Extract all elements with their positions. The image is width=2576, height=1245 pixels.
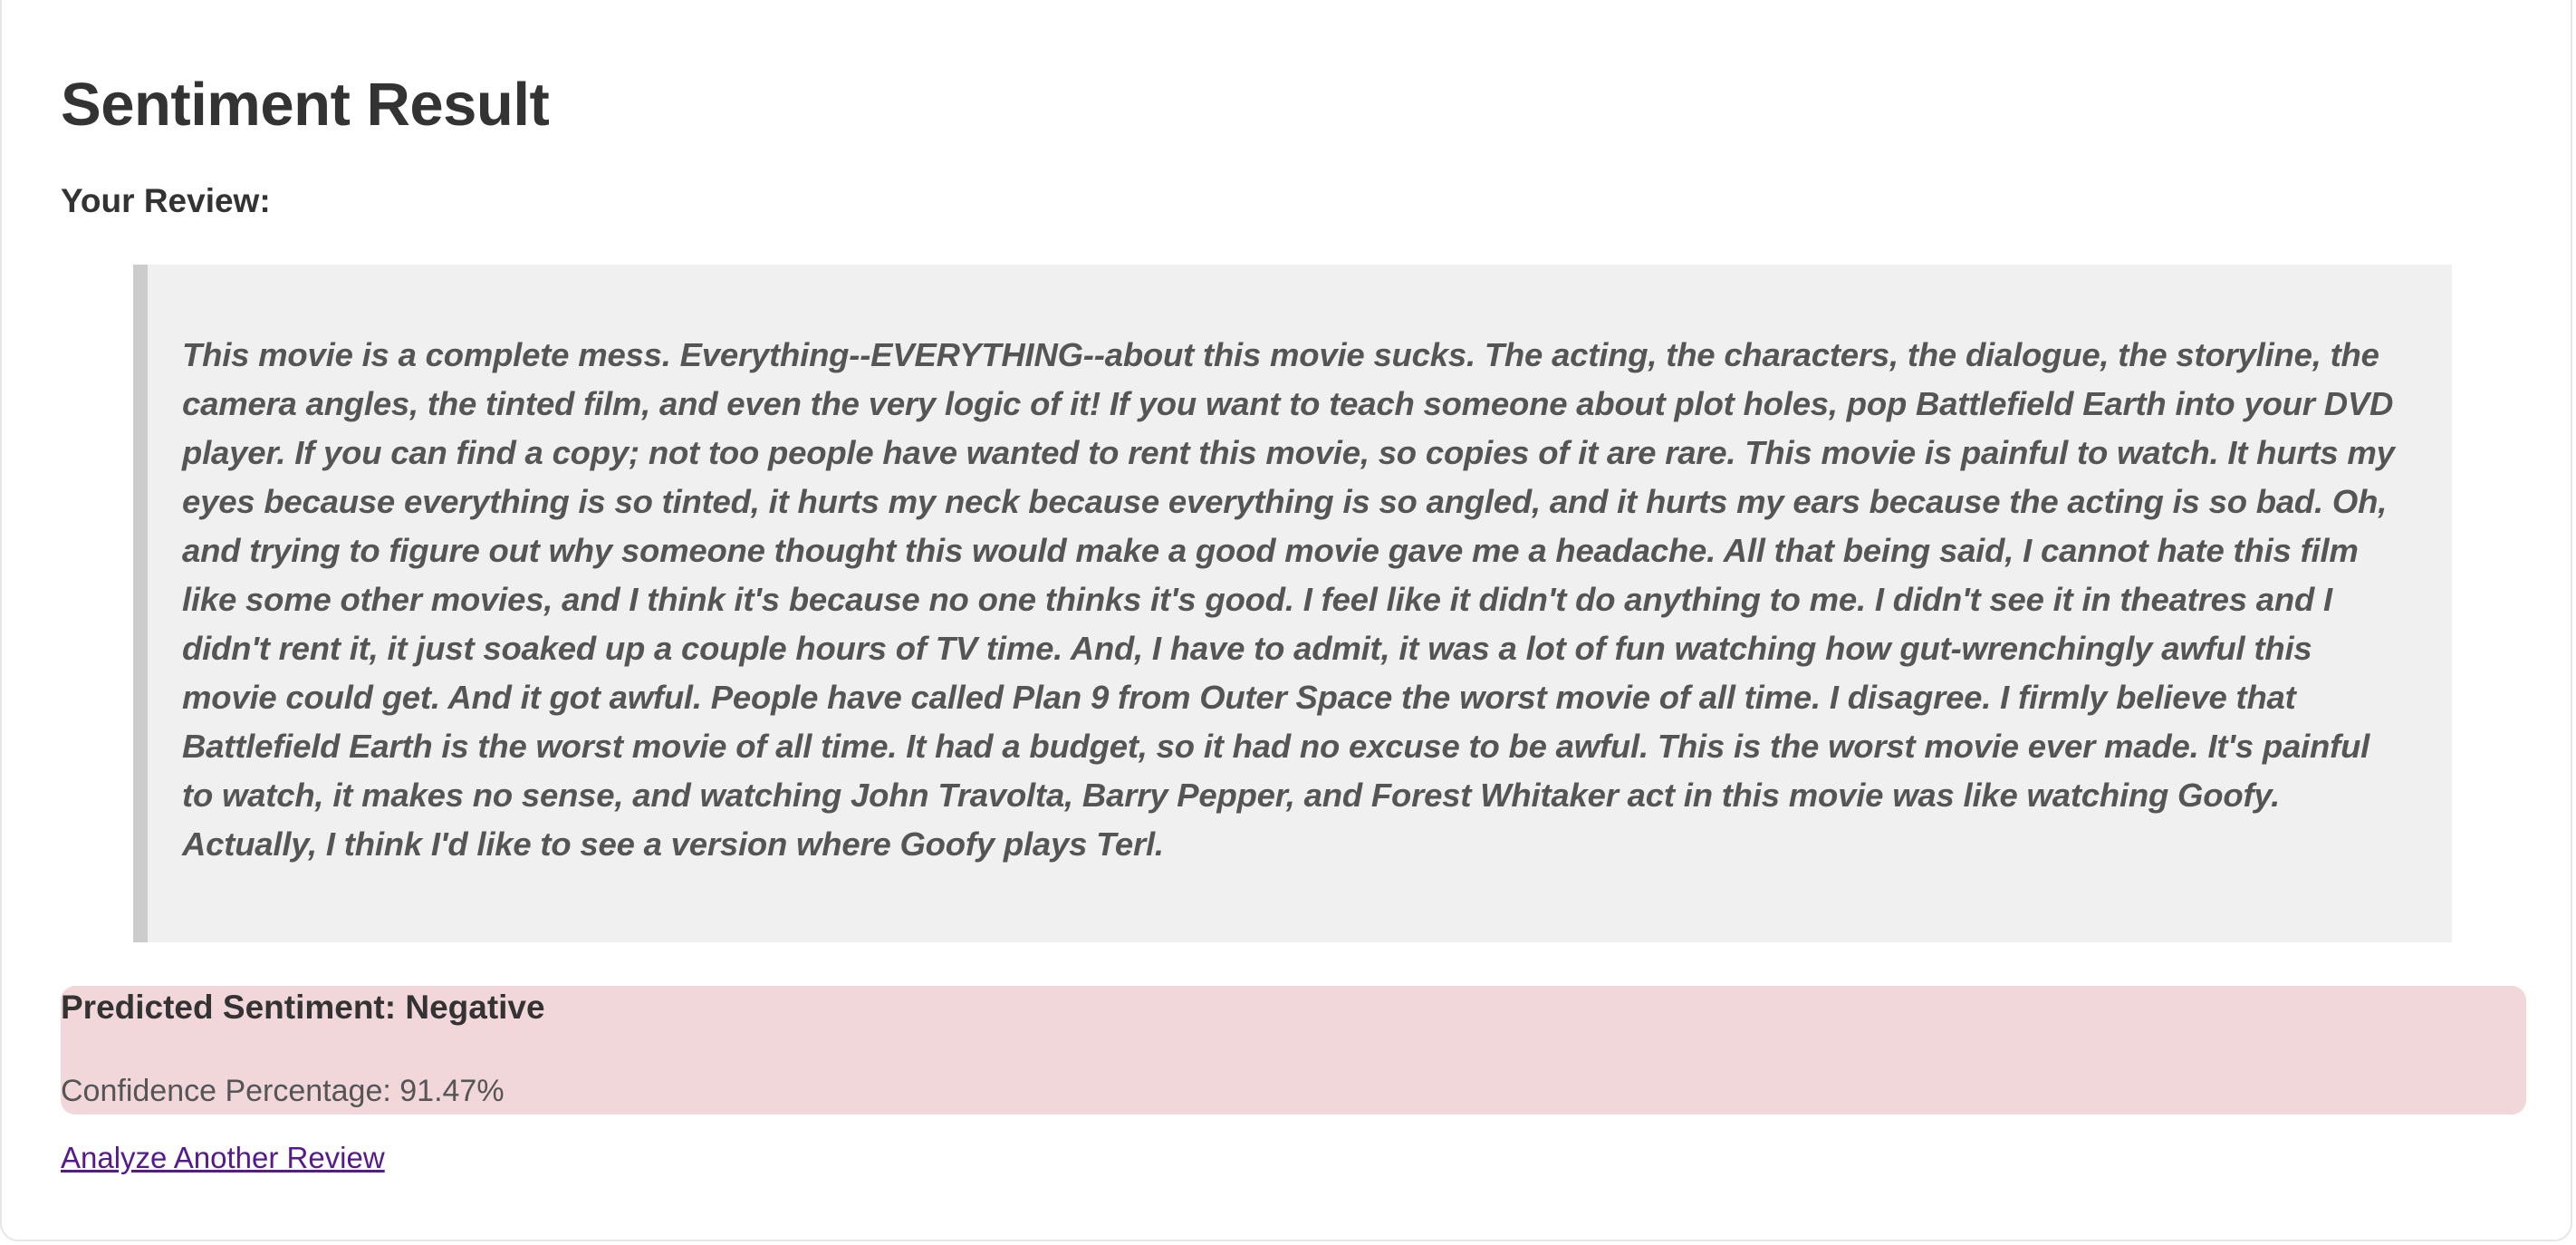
sentiment-result-box: Predicted Sentiment: Negative Confidence… — [61, 986, 2526, 1115]
analyze-another-review-link[interactable]: Analyze Another Review — [61, 1138, 385, 1178]
result-card: Sentiment Result Your Review: This movie… — [0, 0, 2572, 1241]
page-title: Sentiment Result — [61, 71, 550, 139]
review-label: Your Review: — [61, 182, 271, 219]
review-text: This movie is a complete mess. Everythin… — [182, 336, 2395, 863]
confidence-percentage: Confidence Percentage: 91.47% — [61, 1074, 505, 1108]
predicted-sentiment: Predicted Sentiment: Negative — [61, 989, 545, 1026]
review-blockquote: This movie is a complete mess. Everythin… — [133, 265, 2452, 942]
